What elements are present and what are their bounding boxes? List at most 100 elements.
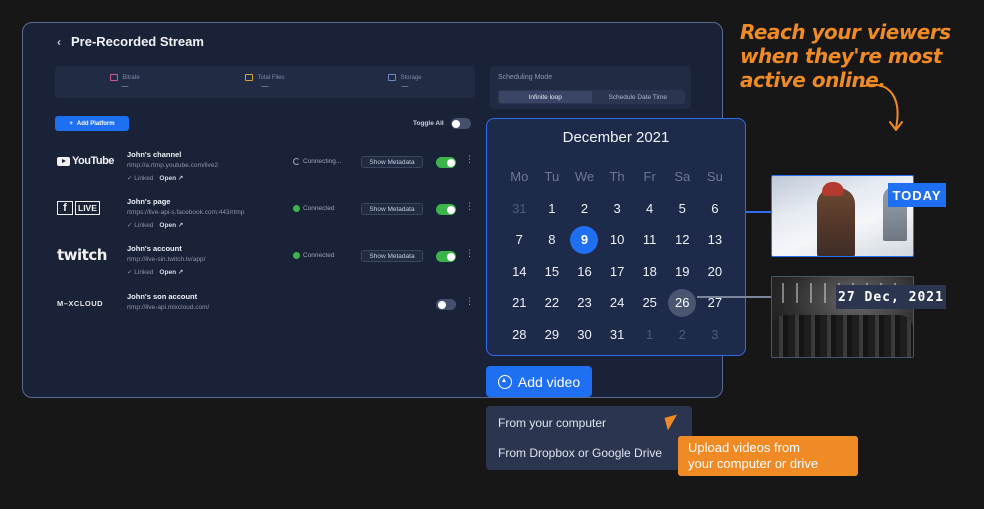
platform-toggle[interactable] [436,157,456,168]
more-options-icon[interactable]: ⋮ [465,202,474,211]
calendar-day[interactable]: 1 [633,319,666,351]
mixcloud-logo-text: M–XCLOUD [57,298,104,308]
calendar-day[interactable]: 3 [699,319,732,351]
thumbnail-person [817,188,855,256]
calendar-day-number: 7 [515,232,523,248]
calendar-day[interactable]: 12 [666,224,699,256]
calendar-day-number: 22 [544,295,560,311]
toggle-all-switch[interactable] [450,118,471,129]
add-video-button[interactable]: Add video [486,366,592,397]
status-connected: Connected [293,205,334,212]
calendar-day[interactable]: 20 [699,256,732,288]
tab-schedule-date-time[interactable]: Schedule Date Time [592,91,685,103]
calendar-day[interactable]: 22 [536,287,569,319]
calendar-day[interactable]: 13 [699,224,732,256]
calendar-day[interactable]: 23 [568,287,601,319]
calendar-day[interactable]: 14 [503,256,536,288]
more-options-icon[interactable]: ⋮ [465,297,474,306]
calendar-day[interactable]: 4 [633,193,666,225]
more-options-icon[interactable]: ⋮ [465,249,474,258]
reach-viewers-callout: Reach your viewers when they're most act… [740,20,951,92]
add-platform-button[interactable]: + Add Platform [55,116,129,131]
platform-toggle[interactable] [436,204,456,215]
stats-bar: Bitrate — Total Files — Storage — [55,66,475,98]
calendar-day[interactable]: 3 [601,193,634,225]
weekday-label: Fr [643,169,656,185]
platform-toggle[interactable] [436,299,456,310]
calendar-day[interactable]: 17 [601,256,634,288]
callout-line: your computer or drive [688,456,819,471]
facebook-f-icon: f [57,201,73,215]
calendar-day-number: 26 [668,288,697,317]
date-connector [697,296,771,298]
facebook-live-logo: f LIVE [57,201,117,215]
calendar-day-number: 19 [675,263,690,279]
calendar-day-number: 1 [646,326,654,342]
platform-row-twitch: twitch John's account rtmp://live-sin.tw… [55,244,475,284]
calendar-day[interactable]: 7 [503,224,536,256]
storage-icon [388,74,397,81]
show-metadata-button[interactable]: Show Metadata [361,156,423,168]
callout-line: when they're most [740,44,942,68]
calendar-day[interactable]: 1 [536,193,569,225]
calendar-day[interactable]: 6 [699,193,732,225]
calendar-day-number: 29 [544,326,560,342]
calendar-day[interactable]: 27 [699,287,732,319]
platform-row-youtube: YouTube John's channel rtmp://a.rtmp.you… [55,150,475,190]
stat-label: Storage [400,74,422,81]
calendar-day[interactable]: 30 [568,319,601,351]
account-name: John's channel [127,150,182,159]
twitch-logo-text: twitch [57,246,107,264]
calendar-day[interactable]: 18 [633,256,666,288]
calendar-day[interactable]: 21 [503,287,536,319]
show-metadata-button[interactable]: Show Metadata [361,203,423,215]
back-chevron-icon[interactable]: ‹ [57,35,61,49]
stat-storage: Storage — [335,66,475,98]
page-title: ‹ Pre-Recorded Stream [57,34,204,49]
calendar-day-selected[interactable]: 26 [666,287,699,319]
calendar-day[interactable]: 19 [666,256,699,288]
plus-icon: + [69,120,73,127]
upload-icon [497,374,512,389]
stat-label: Total Files [257,74,285,81]
stage: ‹ Pre-Recorded Stream Bitrate — Total Fi… [0,0,984,509]
status-text: Connecting... [303,158,342,165]
calendar-day[interactable]: 5 [666,193,699,225]
calendar-day[interactable]: 2 [568,193,601,225]
calendar-day[interactable]: 31 [601,319,634,351]
calendar-day[interactable]: 24 [601,287,634,319]
show-metadata-button[interactable]: Show Metadata [361,250,423,262]
menu-item-from-cloud[interactable]: From Dropbox or Google Drive [498,446,662,460]
calendar-day-number: 3 [711,326,719,342]
linked-text: ✓ Linked [127,222,154,229]
calendar-day-today[interactable]: 9 [568,224,601,256]
page-title-text: Pre-Recorded Stream [71,34,204,49]
calendar-day[interactable]: 8 [536,224,569,256]
calendar-day[interactable]: 10 [601,224,634,256]
calendar-day-number: 2 [580,200,589,216]
calendar-day[interactable]: 11 [633,224,666,256]
open-link[interactable]: Open ↗ [159,174,183,182]
scheduling-mode-label: Scheduling Mode [498,74,553,81]
platform-toggle[interactable] [436,251,456,262]
calendar-day-number: 11 [642,232,657,248]
toggle-all-label: Toggle All [413,120,444,127]
calendar-day[interactable]: 29 [536,319,569,351]
twitch-logo: twitch [57,246,117,264]
calendar-day[interactable]: 15 [536,256,569,288]
tab-infinite-loop[interactable]: Infinite loop [499,91,592,103]
upload-callout: Upload videos from your computer or driv… [678,436,858,476]
more-options-icon[interactable]: ⋮ [465,155,474,164]
menu-item-from-computer[interactable]: From your computer [498,416,606,430]
calendar-day[interactable]: 25 [633,287,666,319]
calendar-day[interactable]: 31 [503,193,536,225]
calendar-day[interactable]: 16 [568,256,601,288]
open-link[interactable]: Open ↗ [159,221,183,229]
today-connector [746,211,771,213]
calendar-day-number: 3 [613,200,621,216]
open-link[interactable]: Open ↗ [159,268,183,276]
calendar-day[interactable]: 2 [666,319,699,351]
calendar-day[interactable]: 28 [503,319,536,351]
account-meta: ✓ Linked Open ↗ [127,174,183,182]
today-badge: TODAY [888,183,946,207]
